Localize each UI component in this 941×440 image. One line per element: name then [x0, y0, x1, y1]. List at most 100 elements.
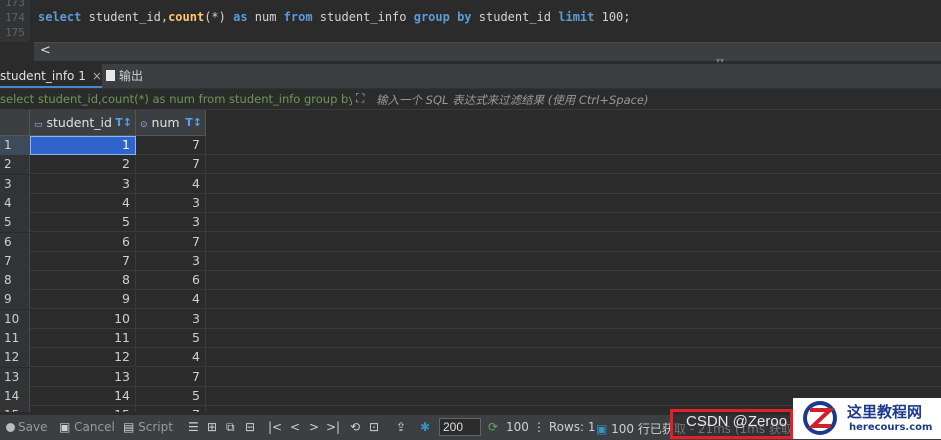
cell-student-id[interactable]: 2 [30, 155, 136, 175]
cell-num[interactable]: 7 [136, 406, 206, 412]
cell-student-id[interactable]: 14 [30, 386, 136, 406]
table-row[interactable]: 553 [0, 213, 941, 233]
keyword: limit [558, 10, 595, 24]
table-row[interactable]: 443 [0, 193, 941, 213]
next-page-icon[interactable]: > [309, 420, 319, 434]
cell-student-id[interactable]: 9 [30, 290, 136, 310]
cell-student-id[interactable]: 11 [30, 329, 136, 348]
save-label: Save [18, 420, 48, 434]
scroll-left-arrow-icon[interactable]: < [40, 43, 51, 58]
cell-student-id[interactable]: 13 [30, 367, 136, 387]
cell-student-id[interactable]: 6 [30, 232, 136, 252]
cell-student-id[interactable]: 15 [30, 406, 136, 412]
last-page-icon[interactable]: >| [326, 420, 340, 434]
first-page-icon[interactable]: |< [268, 420, 282, 434]
close-icon[interactable]: × [92, 69, 102, 83]
row-number[interactable]: 14 [0, 386, 30, 406]
cell-num[interactable]: 7 [136, 367, 206, 387]
row-number[interactable]: 1 [0, 136, 30, 155]
row-number[interactable]: 15 [0, 406, 30, 412]
cell-num[interactable]: 7 [136, 232, 206, 252]
export-icon[interactable]: ⇪ [396, 420, 406, 434]
table-row[interactable]: 994 [0, 290, 941, 310]
edit-row-icon[interactable]: ☰ [188, 420, 199, 434]
row-number[interactable]: 7 [0, 251, 30, 271]
sql-editor[interactable]: 173 174 175 select student_id,count(*) a… [0, 0, 941, 65]
column-header-student-id[interactable]: ▭ student_id T↕ [30, 110, 136, 136]
row-number[interactable]: 5 [0, 213, 30, 233]
cell-num[interactable]: 3 [136, 309, 206, 329]
column-label: student_id [46, 115, 112, 130]
script-button[interactable]: ▤ Script [123, 420, 173, 434]
cell-student-id[interactable]: 3 [30, 174, 136, 194]
link-icon[interactable]: ⟲ [350, 420, 360, 434]
sort-icon[interactable]: T↕ [115, 110, 132, 136]
cell-num[interactable]: 3 [136, 193, 206, 213]
result-grid[interactable]: ▭ student_id T↕ ⊙ num T↕ 1172273344435536677… [0, 110, 941, 412]
cell-student-id[interactable]: 10 [30, 309, 136, 329]
add-row-icon[interactable]: ⊞ [207, 420, 217, 434]
cell-student-id[interactable]: 12 [30, 348, 136, 368]
cancel-icon: ▣ [59, 420, 75, 434]
line-gutter: 173 174 175 [0, 0, 30, 42]
cell-student-id[interactable]: 1 [30, 136, 136, 155]
table-row[interactable]: 11 11 5 [0, 329, 941, 348]
row-number[interactable]: 10 [0, 309, 30, 329]
cell-num[interactable]: 4 [136, 348, 206, 368]
cell-num[interactable]: 7 [136, 136, 206, 155]
cell-num[interactable]: 5 [136, 386, 206, 406]
row-number-header[interactable] [0, 110, 30, 136]
table-row[interactable]: 117 [0, 136, 941, 155]
filter-expand-icon[interactable]: ⛶ [356, 91, 364, 106]
tab-output[interactable]: 输出 [106, 64, 143, 88]
table-row[interactable]: 334 [0, 174, 941, 194]
cell-student-id[interactable]: 7 [30, 251, 136, 271]
cell-num[interactable]: 3 [136, 251, 206, 271]
tab-student-info[interactable]: student_info 1 × [0, 64, 102, 88]
row-number[interactable]: 11 [0, 329, 30, 348]
row-number[interactable]: 8 [0, 271, 30, 291]
tab-label: student_info 1 [0, 69, 86, 83]
fetched-count: 100 [506, 420, 529, 434]
save-button[interactable]: Save [6, 420, 47, 434]
row-number[interactable]: 12 [0, 348, 30, 368]
table-row[interactable]: 773 [0, 251, 941, 271]
column-header-num[interactable]: ⊙ num T↕ [136, 110, 206, 136]
row-number[interactable]: 13 [0, 367, 30, 387]
table-row[interactable]: 227 [0, 155, 941, 175]
cell-num[interactable]: 7 [136, 155, 206, 175]
cell-num[interactable]: 5 [136, 329, 206, 348]
table-row[interactable]: 12 12 4 [0, 348, 941, 368]
sort-icon[interactable]: T↕ [185, 110, 202, 136]
prev-page-icon[interactable]: < [290, 420, 300, 434]
delete-row-icon[interactable]: ⊟ [245, 420, 255, 434]
row-number[interactable]: 6 [0, 232, 30, 252]
cell-student-id[interactable]: 4 [30, 193, 136, 213]
settings-gear-icon[interactable]: ✱ [420, 420, 430, 434]
cell-student-id[interactable]: 8 [30, 271, 136, 291]
cell-num[interactable]: 6 [136, 271, 206, 291]
table-row[interactable]: 13 13 7 [0, 367, 941, 387]
cell-num[interactable]: 4 [136, 174, 206, 194]
table-row[interactable]: 886 [0, 271, 941, 291]
row-number[interactable]: 9 [0, 290, 30, 310]
row-number[interactable]: 3 [0, 174, 30, 194]
row-number[interactable]: 4 [0, 193, 30, 213]
code-text: 100; [594, 10, 631, 24]
sql-statement[interactable]: select student_id,count(*) as num from s… [38, 10, 631, 24]
cell-num[interactable]: 4 [136, 290, 206, 310]
table-row[interactable]: 10 10 3 [0, 309, 941, 329]
fetch-size-input[interactable] [439, 418, 481, 436]
horizontal-scrollbar[interactable]: < [34, 42, 941, 61]
row-number[interactable]: 2 [0, 155, 30, 175]
copy-row-icon[interactable]: ⧉ [226, 420, 235, 435]
cell-student-id[interactable]: 5 [30, 213, 136, 233]
table-row[interactable]: 667 [0, 232, 941, 252]
filter-input[interactable]: 输入一个 SQL 表达式来过滤结果 (使用 Ctrl+Space) [376, 92, 649, 108]
layout-icon[interactable]: ⊡ [369, 420, 379, 434]
cell-num[interactable]: 3 [136, 213, 206, 233]
refresh-icon[interactable]: ⟳ [488, 420, 498, 434]
script-label: Script [138, 420, 173, 434]
logo-chinese-text: 这里教程网 [847, 403, 923, 421]
cancel-button[interactable]: ▣ Cancel [59, 420, 115, 434]
